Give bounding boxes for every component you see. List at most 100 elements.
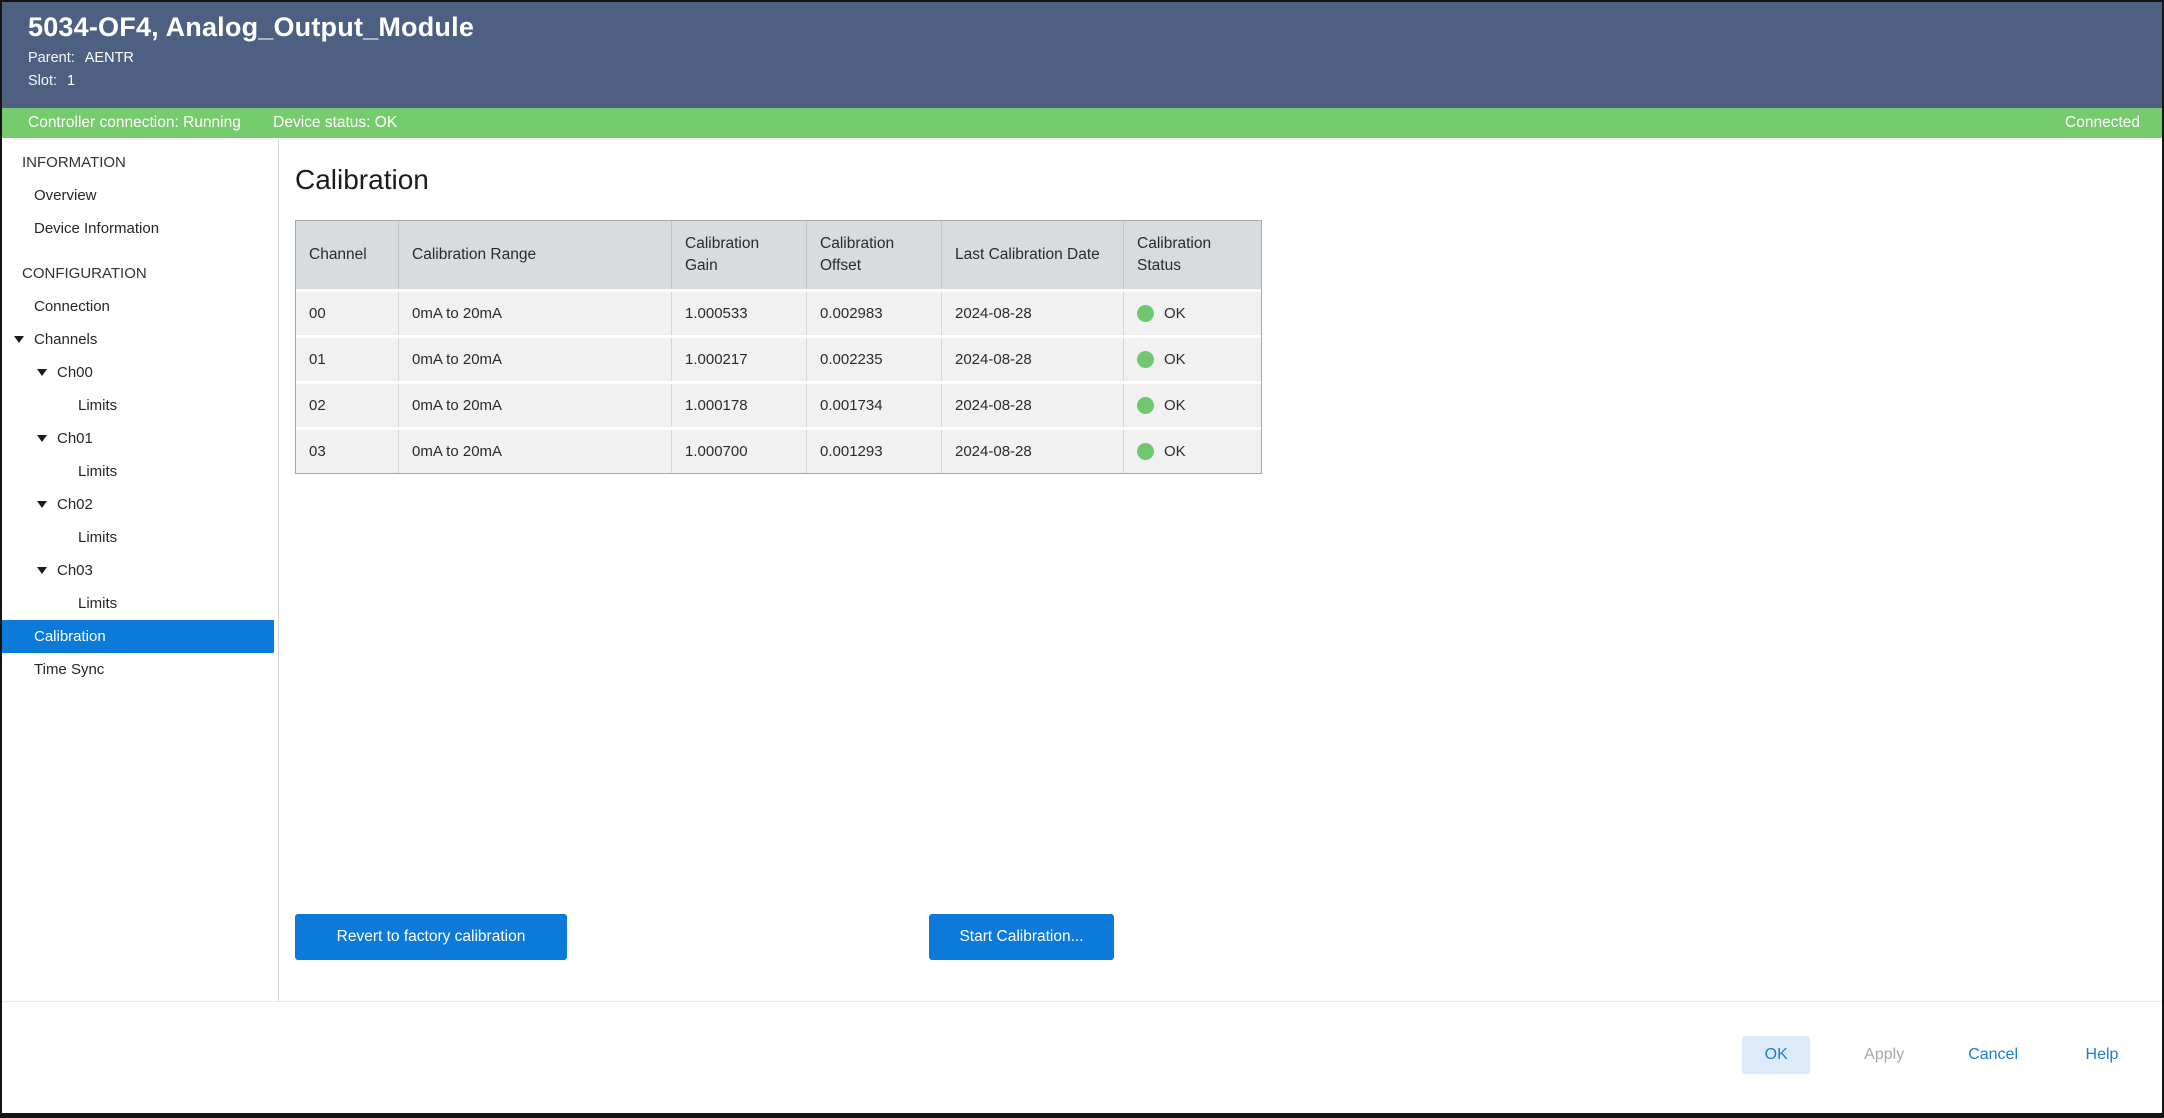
- cell-calibration-gain: 1.000700: [672, 430, 807, 473]
- sidebar-item-label: Time Sync: [34, 661, 104, 678]
- cell-calibration-offset: 0.001293: [807, 430, 942, 473]
- cell-channel: 01: [296, 338, 399, 381]
- cell-calibration-status: OK: [1124, 430, 1261, 473]
- start-calibration-button[interactable]: Start Calibration...: [929, 914, 1114, 960]
- sidebar-item-label: Limits: [78, 595, 117, 612]
- parent-row: Parent: AENTR: [28, 50, 2162, 66]
- cell-calibration-offset: 0.002983: [807, 292, 942, 335]
- sidebar-item-limits-9[interactable]: Limits: [2, 455, 278, 488]
- cell-channel: 03: [296, 430, 399, 473]
- status-text: OK: [1164, 305, 1186, 322]
- revert-to-factory-calibration-button[interactable]: Revert to factory calibration: [295, 914, 567, 960]
- sidebar-item-limits-7[interactable]: Limits: [2, 389, 278, 422]
- sidebar-item-ch01[interactable]: Ch01: [2, 422, 278, 455]
- status-bar-left: Controller connection: Running Device st…: [28, 114, 425, 132]
- table-row-channel-03: 030mA to 20mA1.0007000.0012932024-08-28 O…: [296, 430, 1261, 473]
- page-title: Calibration: [295, 164, 2162, 196]
- cancel-button[interactable]: Cancel: [1958, 1036, 2028, 1074]
- sidebar-section-configuration: CONFIGURATION: [2, 257, 278, 290]
- body-area: INFORMATION Overview Device Information CON…: [2, 138, 2162, 1001]
- calibration-table: ChannelCalibration RangeCalibration Gain…: [295, 220, 1262, 474]
- parent-value: AENTR: [85, 50, 134, 66]
- apply-button[interactable]: Apply: [1850, 1036, 1918, 1074]
- status-ok-icon: [1137, 351, 1154, 368]
- sidebar-item-label: Overview: [34, 187, 97, 204]
- help-button[interactable]: Help: [2068, 1036, 2136, 1074]
- status-text: OK: [1164, 351, 1186, 368]
- chevron-down-icon[interactable]: [14, 336, 34, 343]
- column-header-calibration-range: Calibration Range: [399, 221, 672, 289]
- sidebar-item-device-information[interactable]: Device Information: [2, 212, 278, 245]
- chevron-down-icon[interactable]: [37, 369, 57, 376]
- calibration-table-body: 000mA to 20mA1.0005330.0029832024-08-28O…: [296, 292, 1261, 473]
- cell-calibration-offset: 0.002235: [807, 338, 942, 381]
- cell-last-calibration-date: 2024-08-28: [942, 292, 1124, 335]
- slot-label: Slot:: [28, 73, 57, 89]
- cell-calibration-gain: 1.000178: [672, 384, 807, 427]
- cell-calibration-status: OK: [1124, 338, 1261, 381]
- sidebar-item-label: Ch01: [57, 430, 93, 447]
- status-text: OK: [1164, 397, 1186, 414]
- sidebar-item-calibration[interactable]: Calibration: [2, 620, 274, 653]
- chevron-down-icon[interactable]: [37, 567, 57, 574]
- content-pane: Calibration ChannelCalibration RangeCali…: [279, 138, 2162, 1001]
- sidebar-item-label: Limits: [78, 397, 117, 414]
- column-header-calibration-offset: Calibration Offset: [807, 221, 942, 289]
- slot-value: 1: [67, 73, 75, 89]
- sidebar-item-label: Ch02: [57, 496, 93, 513]
- table-row-channel-00: 000mA to 20mA1.0005330.0029832024-08-28 O…: [296, 292, 1261, 335]
- cell-channel: 02: [296, 384, 399, 427]
- cell-calibration-range: 0mA to 20mA: [399, 338, 672, 381]
- sidebar: INFORMATION Overview Device Information CON…: [2, 138, 279, 1001]
- column-header-calibration-gain: Calibration Gain: [672, 221, 807, 289]
- sidebar-item-ch02[interactable]: Ch02: [2, 488, 278, 521]
- status-ok-icon: [1137, 397, 1154, 414]
- window-title: 5034-OF4, Analog_Output_Module: [28, 12, 2162, 43]
- sidebar-item-connection[interactable]: Connection: [2, 290, 278, 323]
- sidebar-item-label: Limits: [78, 463, 117, 480]
- slot-row: Slot: 1: [28, 73, 2162, 89]
- sidebar-item-label: Channels: [34, 331, 97, 348]
- status-text: OK: [1164, 443, 1186, 460]
- cell-calibration-status: OK: [1124, 384, 1261, 427]
- ok-button[interactable]: OK: [1742, 1036, 1810, 1074]
- chevron-down-icon[interactable]: [37, 435, 57, 442]
- column-header-channel: Channel: [296, 221, 399, 289]
- connection-state-badge: Connected: [2065, 114, 2140, 132]
- sidebar-item-label: Connection: [34, 298, 110, 315]
- cell-calibration-range: 0mA to 20mA: [399, 292, 672, 335]
- cell-channel: 00: [296, 292, 399, 335]
- sidebar-item-limits-13[interactable]: Limits: [2, 587, 278, 620]
- cell-calibration-status: OK: [1124, 292, 1261, 335]
- cell-last-calibration-date: 2024-08-28: [942, 338, 1124, 381]
- connection-status-bar: Controller connection: Running Device st…: [2, 108, 2162, 138]
- cell-calibration-gain: 1.000533: [672, 292, 807, 335]
- sidebar-item-label: Device Information: [34, 220, 159, 237]
- sidebar-item-ch00[interactable]: Ch00: [2, 356, 278, 389]
- cell-calibration-offset: 0.001734: [807, 384, 942, 427]
- cell-last-calibration-date: 2024-08-28: [942, 430, 1124, 473]
- column-header-calibration-status: Calibration Status: [1124, 221, 1261, 289]
- sidebar-item-ch03[interactable]: Ch03: [2, 554, 278, 587]
- sidebar-item-label: INFORMATION: [22, 154, 126, 171]
- dialog-footer: OK Apply Cancel Help: [2, 1001, 2162, 1113]
- sidebar-item-time-sync[interactable]: Time Sync: [2, 653, 278, 686]
- calibration-table-header: ChannelCalibration RangeCalibration Gain…: [296, 221, 1261, 289]
- chevron-down-icon[interactable]: [37, 501, 57, 508]
- sidebar-item-limits-11[interactable]: Limits: [2, 521, 278, 554]
- sidebar-item-label: CONFIGURATION: [22, 265, 147, 282]
- table-row-channel-01: 010mA to 20mA1.0002170.0022352024-08-28 O…: [296, 338, 1261, 381]
- cell-last-calibration-date: 2024-08-28: [942, 384, 1124, 427]
- column-header-last-calibration-date: Last Calibration Date: [942, 221, 1124, 289]
- table-row-channel-02: 020mA to 20mA1.0001780.0017342024-08-28O…: [296, 384, 1261, 427]
- controller-connection-status: Controller connection: Running: [28, 114, 241, 131]
- cell-calibration-range: 0mA to 20mA: [399, 430, 672, 473]
- parent-label: Parent:: [28, 50, 75, 66]
- sidebar-item-label: Calibration: [34, 628, 106, 645]
- sidebar-item-overview[interactable]: Overview: [2, 179, 278, 212]
- sidebar-item-channels[interactable]: Channels: [2, 323, 278, 356]
- device-status: Device status: OK: [273, 114, 397, 131]
- device-profile-window: 5034-OF4, Analog_Output_Module Parent: A…: [0, 0, 2164, 1118]
- cell-calibration-gain: 1.000217: [672, 338, 807, 381]
- status-ok-icon: [1137, 443, 1154, 460]
